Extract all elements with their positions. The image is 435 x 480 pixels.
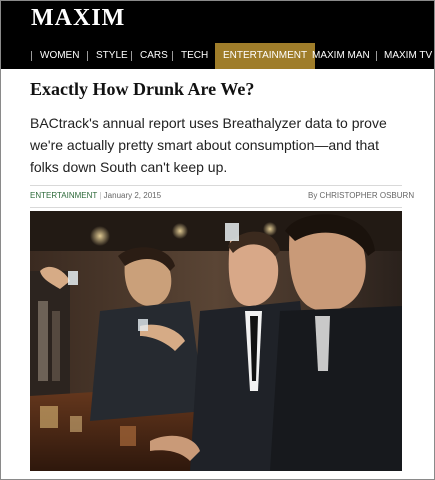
nav-item-cars[interactable]: CARS — [140, 43, 168, 69]
nav-separator — [31, 51, 32, 61]
article-hero-photo — [30, 211, 402, 471]
nav-item-women[interactable]: WOMEN — [40, 43, 79, 69]
nav-item-style[interactable]: STYLE — [96, 43, 128, 69]
article-byline[interactable]: By CHRISTOPHER OSBURN — [308, 191, 414, 200]
nav-item-maxim-tv[interactable]: MAXIM TV — [384, 43, 432, 69]
article-meta: ENTERTAINMENT | January 2, 2015 — [30, 191, 161, 200]
meta-divider-top — [30, 185, 402, 186]
nav-item-tech[interactable]: TECH — [181, 43, 208, 69]
nav-separator — [87, 51, 88, 61]
meta-separator: | — [99, 191, 102, 200]
category-link[interactable]: ENTERTAINMENT — [30, 191, 97, 200]
nav-separator — [131, 51, 132, 61]
article-headline: Exactly How Drunk Are We? — [30, 79, 255, 99]
nav-item-entertainment[interactable]: ENTERTAINMENT — [215, 43, 316, 69]
main-nav: WOMEN STYLE CARS TECH ENTERTAINMENT MAXI… — [1, 43, 434, 69]
meta-divider-bottom — [30, 207, 402, 208]
page-frame: MAXIM WOMEN STYLE CARS TECH ENTERTAINMEN… — [0, 0, 435, 480]
photo-illustration — [30, 211, 402, 471]
article-date: January 2, 2015 — [103, 191, 162, 200]
nav-item-maxim-man[interactable]: MAXIM MAN — [312, 43, 370, 69]
site-header: MAXIM WOMEN STYLE CARS TECH ENTERTAINMEN… — [1, 1, 434, 69]
article-dek: BACtrack's annual report uses Breathalyz… — [30, 115, 387, 175]
nav-separator — [376, 51, 377, 61]
site-logo[interactable]: MAXIM — [31, 5, 125, 32]
nav-separator — [172, 51, 173, 61]
